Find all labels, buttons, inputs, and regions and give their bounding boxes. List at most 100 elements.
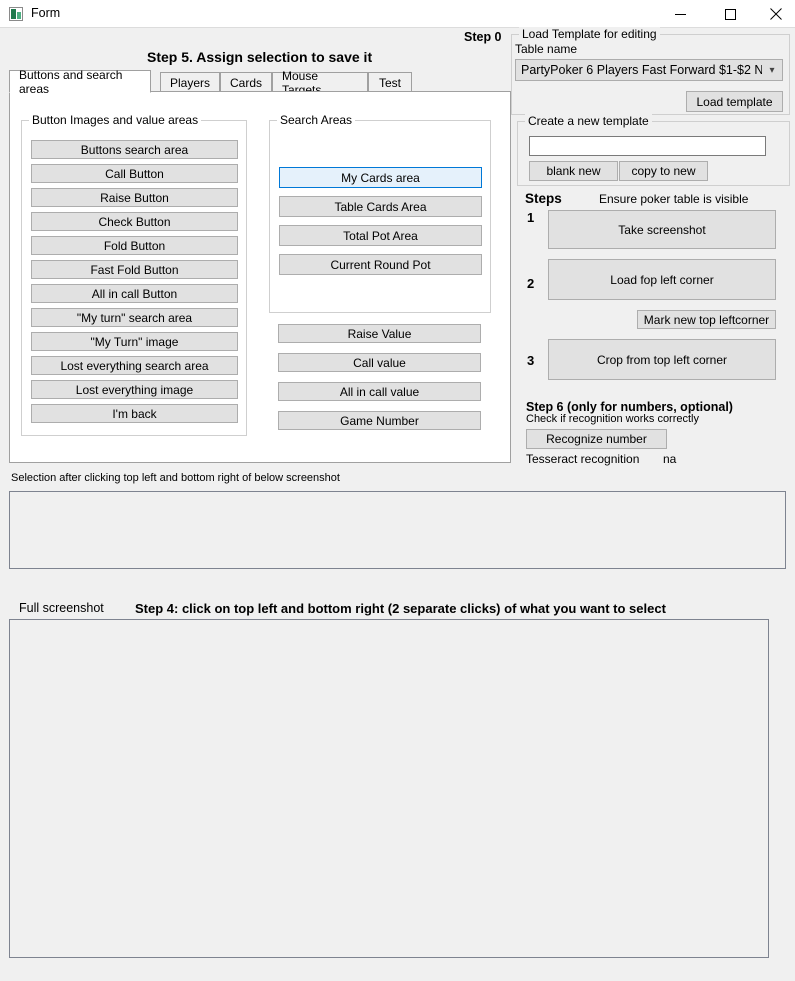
button-label: "My turn" search area [76, 310, 193, 325]
button-label: Lost everything image [75, 382, 194, 397]
load-top-left-corner-button[interactable]: Load fop left corner [548, 259, 776, 300]
lost-everything-search-area-button[interactable]: Lost everything search area [31, 356, 238, 375]
create-template-group: Create a new template blank new copy to … [517, 114, 790, 186]
blank-new-button[interactable]: blank new [529, 161, 618, 181]
steps-hint: Ensure poker table is visible [599, 192, 749, 206]
steps-title: Steps [525, 191, 562, 206]
minimize-button[interactable] [657, 0, 703, 28]
button-label: All in call value [339, 384, 420, 399]
my-cards-area-button[interactable]: My Cards area [279, 167, 482, 188]
step6-title: Step 6 (only for numbers, optional) [526, 400, 733, 414]
raise-value-button[interactable]: Raise Value [278, 324, 481, 343]
button-label: Fast Fold Button [90, 262, 179, 277]
chevron-down-icon: ▾ [769, 64, 775, 76]
button-label: Crop from top left corner [596, 352, 728, 367]
window-title: Form [31, 6, 61, 20]
button-label: Load fop left corner [610, 272, 714, 287]
take-screenshot-button[interactable]: Take screenshot [548, 210, 776, 249]
tab-test[interactable]: Test [368, 72, 412, 92]
fast-fold-button[interactable]: Fast Fold Button [31, 260, 238, 279]
game-number-button[interactable]: Game Number [278, 411, 481, 430]
step4-instruction: Step 4: click on top left and bottom rig… [135, 601, 666, 616]
lost-everything-image-button[interactable]: Lost everything image [31, 380, 238, 399]
button-label: Mark new top leftcorner [643, 312, 770, 327]
tesseract-recognition-label: Tesseract recognition [526, 452, 640, 466]
full-screenshot-label: Full screenshot [19, 601, 104, 615]
button-label: Call value [353, 355, 406, 370]
button-label: Fold Button [103, 238, 166, 253]
step-number-1: 1 [527, 210, 535, 225]
button-label: Buttons search area [80, 142, 189, 157]
button-label: blank new [546, 164, 601, 178]
fold-button[interactable]: Fold Button [31, 236, 238, 255]
button-label: "My Turn" image [90, 334, 179, 349]
button-label: Load template [696, 94, 773, 109]
button-label: Current Round Pot [330, 257, 431, 272]
current-round-pot-button[interactable]: Current Round Pot [279, 254, 482, 275]
raise-button[interactable]: Raise Button [31, 188, 238, 207]
button-label: Table Cards Area [334, 199, 427, 214]
new-template-name-input[interactable] [529, 136, 766, 156]
button-images-group-label: Button Images and value areas [29, 113, 202, 127]
tab-label: Players [170, 75, 211, 90]
template-select-value: PartyPoker 6 Players Fast Forward $1-$2 … [521, 63, 762, 77]
tab-content-panel: Button Images and value areas Buttons se… [9, 91, 511, 463]
all-in-call-value-button[interactable]: All in call value [278, 382, 481, 401]
template-select[interactable]: PartyPoker 6 Players Fast Forward $1-$2 … [515, 59, 783, 81]
selection-preview-label: Selection after clicking top left and bo… [11, 472, 340, 484]
load-template-group: Load Template for editing Table name Par… [511, 27, 790, 115]
step0-heading: Step 0 [464, 30, 502, 44]
my-turn-search-area-button[interactable]: "My turn" search area [31, 308, 238, 327]
search-areas-group: Search Areas My Cards area Table Cards A… [269, 113, 491, 313]
button-label: I'm back [112, 406, 157, 421]
im-back-button[interactable]: I'm back [31, 404, 238, 423]
crop-from-top-left-corner-button[interactable]: Crop from top left corner [548, 339, 776, 380]
tab-buttons-and-search-areas[interactable]: Buttons and search areas [9, 67, 151, 96]
create-template-group-label: Create a new template [525, 114, 652, 128]
tab-players[interactable]: Players [160, 72, 220, 92]
step-number-3: 3 [527, 353, 535, 368]
check-button[interactable]: Check Button [31, 212, 238, 231]
tab-strip: Buttons and search areas Players Cards M… [9, 67, 511, 97]
step-number-2: 2 [527, 276, 535, 291]
buttons-search-area-button[interactable]: Buttons search area [31, 140, 238, 159]
step5-heading: Step 5. Assign selection to save it [147, 49, 373, 65]
button-label: Recognize number [546, 432, 647, 446]
call-button[interactable]: Call Button [31, 164, 238, 183]
all-in-call-button[interactable]: All in call Button [31, 284, 238, 303]
recognize-number-button[interactable]: Recognize number [526, 429, 667, 449]
button-label: My Cards area [341, 170, 420, 185]
tab-cards[interactable]: Cards [220, 72, 272, 92]
my-turn-image-button[interactable]: "My Turn" image [31, 332, 238, 351]
load-template-group-label: Load Template for editing [519, 27, 660, 41]
call-value-button[interactable]: Call value [278, 353, 481, 372]
mark-new-top-left-corner-button[interactable]: Mark new top leftcorner [637, 310, 776, 329]
button-label: Total Pot Area [343, 228, 418, 243]
button-images-group: Button Images and value areas Buttons se… [21, 113, 247, 436]
button-label: Lost everything search area [60, 358, 209, 373]
application-window: Form Step 0 Step 5. Assign selection to … [0, 0, 795, 981]
tab-label: Cards [230, 75, 263, 90]
tab-label: Test [378, 75, 401, 90]
full-screenshot-panel[interactable] [9, 619, 769, 958]
copy-to-new-button[interactable]: copy to new [619, 161, 708, 181]
load-template-button[interactable]: Load template [686, 91, 783, 112]
maximize-button[interactable] [707, 0, 753, 28]
selection-preview-panel[interactable] [9, 491, 786, 569]
table-name-label: Table name [515, 42, 578, 56]
button-label: copy to new [631, 164, 696, 178]
button-label: Take screenshot [618, 222, 706, 237]
tab-label: Buttons and search areas [19, 67, 123, 96]
button-label: Game Number [340, 413, 419, 428]
button-label: Raise Value [347, 326, 412, 341]
tesseract-recognition-value: na [663, 452, 677, 466]
close-button[interactable] [753, 0, 795, 28]
table-cards-area-button[interactable]: Table Cards Area [279, 196, 482, 217]
total-pot-area-button[interactable]: Total Pot Area [279, 225, 482, 246]
button-label: Raise Button [100, 190, 169, 205]
title-bar: Form [0, 0, 795, 28]
button-label: All in call Button [91, 286, 178, 301]
app-icon [9, 7, 23, 21]
step6-subtitle: Check if recognition works correctly [526, 413, 700, 425]
tab-mouse-targets[interactable]: Mouse Targets [272, 69, 368, 97]
